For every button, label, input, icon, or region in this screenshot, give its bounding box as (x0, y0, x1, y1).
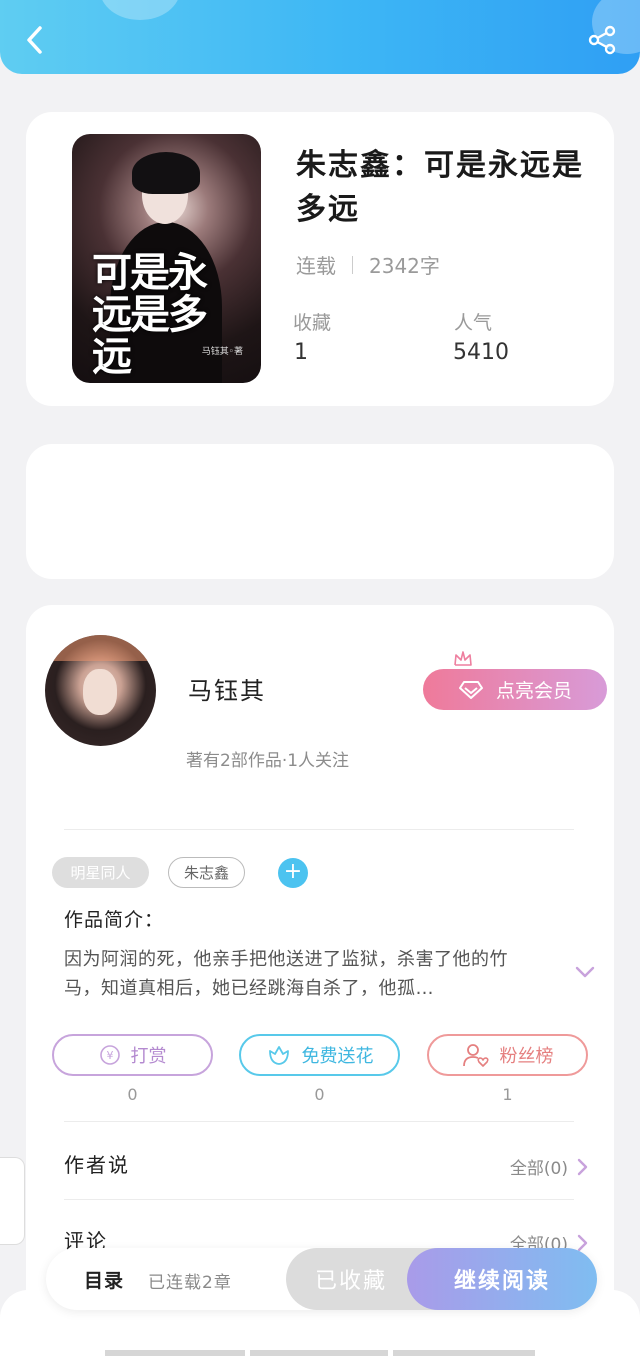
intro-text: 因为阿润的死，他亲手把他送进了监狱，杀害了他的竹马，知道真相后，她已经跳海自杀了… (64, 949, 508, 999)
author-detail-card: 马钰其 著有2部作品·1人关注 点亮会员 明星同人 朱志鑫 + 作品简介： 因为… (26, 605, 614, 1325)
popularity-value: 5410 (453, 340, 509, 365)
avatar-glow (45, 635, 156, 661)
book-meta: 连载 2342字 (296, 250, 440, 279)
book-info-card: 可是永远是多远 马钰其◦著 朱志鑫：可是永远是多远 连载 2342字 收藏 1 … (26, 112, 614, 406)
home-indicator (393, 1350, 535, 1356)
blank-card (26, 444, 614, 579)
reward-count: 0 (127, 1085, 138, 1104)
popularity-label: 人气 (454, 312, 493, 334)
cover-author: 马钰其◦著 (201, 347, 243, 357)
chevron-down-icon[interactable] (574, 965, 596, 979)
meta-divider (352, 255, 353, 274)
divider (64, 829, 574, 830)
author-says-more[interactable]: 全部(0) (510, 1154, 588, 1179)
svg-text:¥: ¥ (106, 1049, 113, 1062)
collected-label: 已收藏 (314, 1269, 387, 1294)
avatar-face (83, 669, 117, 715)
cover-title: 可是永远是多远 (92, 249, 208, 380)
divider (64, 1121, 574, 1122)
diamond-icon (458, 680, 483, 699)
tag-genre[interactable]: 明星同人 (52, 857, 149, 888)
author-says-count: 全部(0) (509, 1159, 568, 1179)
avatar[interactable] (45, 635, 156, 746)
side-tab[interactable] (0, 1157, 25, 1245)
bottom-action-bar: 目录 已连载2章 已收藏 继续阅读 (46, 1248, 597, 1310)
user-heart-icon (462, 1044, 489, 1067)
yen-coin-icon: ¥ (99, 1045, 120, 1065)
toc-button[interactable]: 目录 (84, 1266, 124, 1293)
home-indicator (250, 1350, 388, 1356)
vip-label: 点亮会员 (495, 680, 572, 702)
home-indicator (105, 1350, 245, 1356)
intro-label: 作品简介： (64, 909, 165, 931)
reward-label: 打赏 (130, 1046, 167, 1067)
header-bubble (100, 0, 180, 20)
cover-figure-hair (132, 152, 200, 194)
flower-icon (268, 1046, 289, 1065)
send-flower-button[interactable]: 免费送花 (239, 1034, 400, 1076)
author-works: 著有2部作品·1人关注 (186, 751, 350, 771)
add-tag-button[interactable]: + (278, 858, 308, 888)
chevron-right-icon (577, 1158, 588, 1175)
book-cover[interactable]: 可是永远是多远 马钰其◦著 (72, 134, 261, 383)
fans-count: 1 (502, 1085, 513, 1104)
flower-label: 免费送花 (301, 1046, 374, 1067)
book-word-count: 2342字 (369, 254, 440, 278)
divider (64, 1199, 574, 1200)
book-status: 连载 (296, 254, 336, 278)
fans-rank-button[interactable]: 粉丝榜 (427, 1034, 588, 1076)
flower-count: 0 (314, 1085, 325, 1104)
tag-character[interactable]: 朱志鑫 (168, 857, 245, 888)
continue-reading-button[interactable]: 继续阅读 (407, 1248, 597, 1310)
chevron-left-icon[interactable] (20, 22, 50, 58)
favorites-label: 收藏 (293, 312, 332, 334)
vip-button[interactable]: 点亮会员 (423, 669, 607, 710)
reward-button[interactable]: ¥ 打赏 (52, 1034, 213, 1076)
book-title: 朱志鑫：可是永远是多远 (296, 148, 584, 227)
top-header (0, 0, 640, 74)
favorites-value: 1 (294, 340, 308, 365)
author-name[interactable]: 马钰其 (188, 671, 266, 706)
share-icon[interactable] (586, 24, 618, 56)
crown-icon (454, 651, 472, 666)
serial-chapters: 已连载2章 (148, 1273, 232, 1293)
fans-label: 粉丝榜 (499, 1046, 554, 1067)
author-says-title: 作者说 (64, 1153, 130, 1177)
